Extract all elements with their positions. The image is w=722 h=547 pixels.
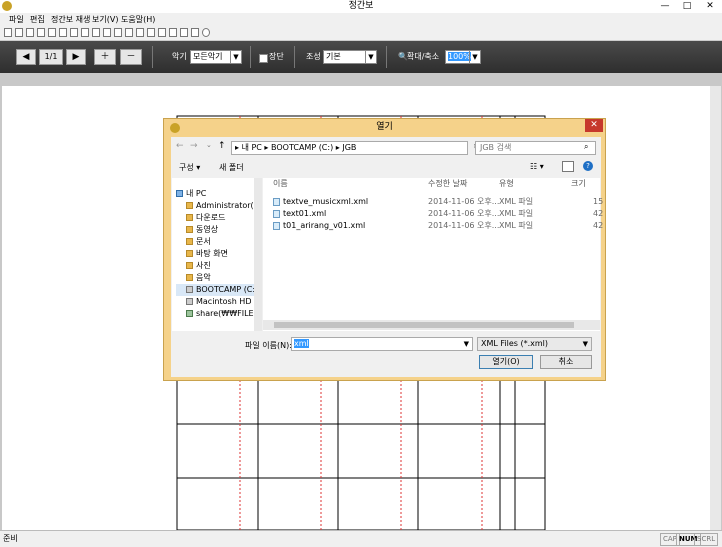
xml-file-icon bbox=[273, 197, 280, 206]
nav-item-label: share(₩₩FILESEF bbox=[196, 309, 262, 318]
dialog-title: 열기 bbox=[376, 122, 393, 132]
open-button[interactable]: 열기(O) bbox=[479, 355, 533, 369]
chevron-down-icon: ▼ bbox=[582, 340, 588, 348]
back-icon[interactable]: ← bbox=[176, 141, 184, 151]
file-name-text: text01.xml bbox=[283, 209, 327, 218]
file-name: t01_arirang_v01.xml bbox=[273, 220, 365, 232]
chevron-down-icon: ▼ bbox=[463, 340, 469, 348]
file-size: 15 bbox=[593, 197, 604, 206]
dialog-close-button[interactable]: ✕ bbox=[585, 119, 603, 132]
filename-input[interactable]: xml ▼ bbox=[291, 337, 473, 351]
nav-item-label: 동영상 bbox=[196, 225, 219, 234]
file-size: 42 bbox=[593, 221, 604, 230]
folder-icon bbox=[186, 214, 193, 221]
scrollbar-thumb[interactable] bbox=[274, 322, 574, 328]
nav-item-my-pc[interactable]: 내 PC bbox=[176, 188, 262, 200]
file-name-text: t01_arirang_v01.xml bbox=[283, 221, 366, 230]
pc-icon bbox=[176, 190, 183, 197]
nav-item-label: Administrator(m bbox=[196, 201, 262, 210]
file-row[interactable]: t01_arirang_v01.xml 2014-11-06 오후... XML… bbox=[273, 220, 603, 232]
file-size: 42 bbox=[593, 209, 604, 218]
folder-icon bbox=[186, 202, 193, 209]
status-text: 준비 bbox=[3, 534, 18, 543]
search-icon: ⌕ bbox=[584, 142, 589, 151]
preview-pane-icon[interactable] bbox=[562, 161, 574, 172]
file-name: text01.xml bbox=[273, 208, 326, 220]
forward-icon[interactable]: → bbox=[190, 141, 198, 151]
scroll-lock-indicator: SCRL bbox=[694, 533, 719, 546]
column-name[interactable]: 이름 bbox=[273, 178, 288, 190]
up-folder-icon[interactable]: ↑ bbox=[218, 141, 226, 151]
xml-file-icon bbox=[273, 209, 280, 218]
file-row[interactable]: text01.xml 2014-11-06 오후... XML 파일 42 bbox=[273, 208, 603, 220]
nav-item-label: 내 PC bbox=[186, 189, 207, 198]
file-type: XML 파일 bbox=[499, 197, 534, 206]
file-type: XML 파일 bbox=[499, 209, 534, 218]
help-icon[interactable]: ? bbox=[583, 161, 593, 171]
nav-item-music[interactable]: 음악 bbox=[176, 272, 262, 284]
folder-icon bbox=[186, 250, 193, 257]
file-type: XML 파일 bbox=[499, 221, 534, 230]
filetype-value: XML Files (*.xml) bbox=[481, 339, 549, 348]
breadcrumb-folder[interactable]: JGB bbox=[342, 143, 356, 152]
folder-icon: ▸ bbox=[235, 143, 240, 152]
nav-item-downloads[interactable]: 다운로드 bbox=[176, 212, 262, 224]
cancel-button[interactable]: 취소 bbox=[540, 355, 592, 369]
navigation-pane: 내 PC Administrator(m 다운로드 동영상 문서 바탕 화면 사… bbox=[172, 178, 262, 331]
breadcrumb-drive[interactable]: BOOTCAMP (C:) bbox=[271, 143, 333, 152]
file-date: 2014-11-06 오후... bbox=[428, 197, 500, 206]
file-row[interactable]: textve_musicxml.xml 2014-11-06 오후... XML… bbox=[273, 196, 603, 208]
breadcrumb-pc[interactable]: 내 PC bbox=[242, 143, 262, 152]
organize-button[interactable]: 구성 ▾ bbox=[179, 162, 200, 173]
nav-item-label: BOOTCAMP (C:) bbox=[196, 285, 259, 294]
file-name-text: textve_musicxml.xml bbox=[283, 197, 369, 206]
file-name: textve_musicxml.xml bbox=[273, 196, 368, 208]
nav-item-documents[interactable]: 문서 bbox=[176, 236, 262, 248]
nav-item-label: 다운로드 bbox=[196, 213, 226, 222]
drive-icon bbox=[186, 298, 193, 305]
nav-item-administrator[interactable]: Administrator(m bbox=[176, 200, 262, 212]
search-input[interactable]: JGB 검색 bbox=[475, 141, 596, 155]
column-date[interactable]: 수정한 날짜 bbox=[428, 178, 467, 190]
nav-item-macintosh-hd[interactable]: Macintosh HD (I bbox=[176, 296, 262, 308]
nav-item-share[interactable]: share(₩₩FILESEF bbox=[176, 308, 262, 320]
nav-item-pictures[interactable]: 사진 bbox=[176, 260, 262, 272]
nav-item-label: Macintosh HD (I bbox=[196, 297, 260, 306]
nav-item-label: 음악 bbox=[196, 273, 211, 282]
folder-icon bbox=[186, 262, 193, 269]
column-size[interactable]: 크기 bbox=[571, 178, 586, 190]
status-bar bbox=[0, 530, 722, 547]
file-date: 2014-11-06 오후... bbox=[428, 209, 500, 218]
xml-file-icon bbox=[273, 221, 280, 230]
nav-item-label: 사진 bbox=[196, 261, 211, 270]
recent-locations-icon[interactable]: ⌄ bbox=[206, 141, 212, 149]
folder-icon bbox=[186, 238, 193, 245]
new-folder-button[interactable]: 새 폴더 bbox=[219, 162, 244, 173]
filetype-select[interactable]: XML Files (*.xml) ▼ bbox=[477, 337, 592, 351]
nav-item-label: 바탕 화면 bbox=[196, 249, 228, 258]
filename-label: 파일 이름(N): bbox=[245, 341, 292, 350]
filename-value: xml bbox=[294, 339, 309, 348]
folder-icon bbox=[186, 226, 193, 233]
folder-icon bbox=[186, 274, 193, 281]
drive-icon bbox=[186, 286, 193, 293]
nav-item-bootcamp[interactable]: BOOTCAMP (C:) bbox=[176, 284, 262, 296]
nav-scrollbar[interactable] bbox=[254, 178, 262, 331]
nav-item-label: 문서 bbox=[196, 237, 211, 246]
view-options-icon[interactable]: ☷ ▾ bbox=[530, 162, 544, 171]
nav-item-videos[interactable]: 동영상 bbox=[176, 224, 262, 236]
column-type[interactable]: 유형 bbox=[499, 178, 514, 190]
address-bar[interactable]: ▸ 내 PC ▸ BOOTCAMP (C:) ▸ JGB bbox=[231, 141, 468, 155]
nav-item-desktop[interactable]: 바탕 화면 bbox=[176, 248, 262, 260]
file-date: 2014-11-06 오후... bbox=[428, 221, 500, 230]
network-drive-icon bbox=[186, 310, 193, 317]
